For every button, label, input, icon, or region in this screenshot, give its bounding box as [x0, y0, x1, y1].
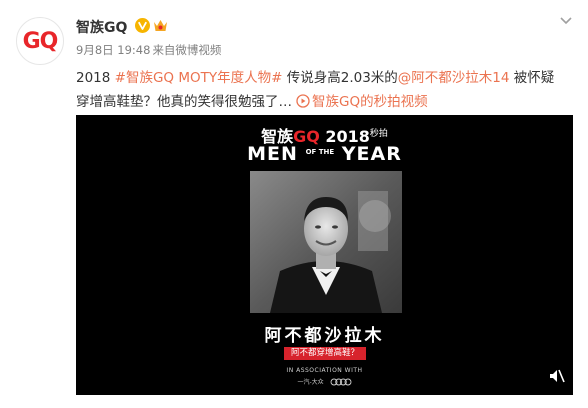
question-tag: 阿不都穿增高鞋？: [284, 347, 366, 360]
post-meta: 9月8日 19:48 来自微博视频: [76, 42, 221, 58]
video-source-link[interactable]: 智族GQ的秒拍视频: [312, 94, 428, 110]
verified-v-icon: [135, 18, 150, 33]
post-source[interactable]: 来自微博视频: [152, 43, 221, 57]
brand-small: 秒拍: [369, 129, 388, 139]
sponsor-line: 一汽-大众: [76, 377, 573, 386]
post-text: 2018 #智族GQ MOTY年度人物# 传说身高2.03米的@阿不都沙拉木14…: [76, 66, 556, 114]
portrait-photo: [250, 171, 402, 313]
name-banner: 阿不都沙拉木: [264, 326, 385, 346]
chevron-down-icon[interactable]: [558, 15, 574, 27]
mention-link[interactable]: @阿不都沙拉木14: [398, 70, 510, 86]
video-player[interactable]: 智族GQ 2018秒拍 MEN OF THE YEAR 阿不都沙拉木 阿不都穿增…: [76, 115, 573, 395]
moty-title: MEN OF THE YEAR: [76, 143, 573, 165]
weibo-post-card: GQ 智族GQ 9月8日 19:48 来自微博视频 2018 #智族GQ MOTY…: [0, 0, 588, 408]
avatar[interactable]: GQ: [16, 17, 64, 65]
gq-logo: GQ: [22, 28, 59, 54]
vip-badge-icon[interactable]: [152, 17, 169, 34]
text-prefix: 2018: [76, 70, 115, 86]
username[interactable]: 智族GQ: [76, 17, 127, 37]
sponsor-name: 一汽-大众: [297, 379, 324, 386]
moty-men: MEN: [247, 143, 298, 165]
text-middle: 传说身高2.03米的: [282, 70, 398, 86]
moty-year: YEAR: [341, 143, 402, 165]
audi-rings-icon: [330, 378, 351, 386]
hashtag-link[interactable]: #智族GQ MOTY年度人物#: [115, 70, 283, 86]
mute-icon[interactable]: [548, 367, 566, 385]
video-link-icon: [296, 94, 310, 108]
moty-of-the: OF THE: [305, 148, 335, 156]
post-time[interactable]: 9月8日 19:48: [76, 43, 150, 57]
assoc-line: IN ASSOCIATION WITH: [286, 367, 363, 374]
